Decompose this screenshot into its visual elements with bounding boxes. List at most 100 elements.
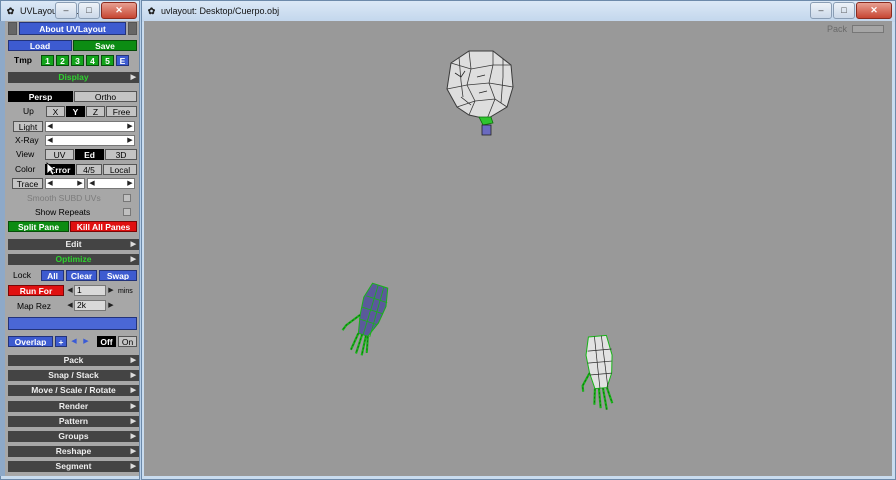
edit-header-label: Edit — [65, 239, 82, 249]
lock-clear-button[interactable]: Clear — [66, 270, 97, 281]
move-scale-rotate-section-header[interactable]: Move / Scale / Rotate ▶ — [8, 385, 139, 396]
viewport-window-titlebar[interactable]: ✿ uvlayout: Desktop/Cuerpo.obj ✕ □ – — [142, 1, 895, 22]
pattern-section-header[interactable]: Pattern ▶ — [8, 416, 139, 427]
slider-left-arrow-icon[interactable]: ◀ — [46, 179, 54, 188]
color-mode-local[interactable]: Local — [103, 164, 137, 175]
overlap-right-arrow-icon[interactable]: ▶ — [82, 337, 90, 346]
pack-progress-bar — [852, 25, 884, 33]
ortho-button[interactable]: Ortho — [74, 91, 137, 102]
disabled-optimize-bar — [8, 317, 137, 330]
load-button[interactable]: Load — [8, 40, 72, 51]
up-axis-z[interactable]: Z — [86, 106, 105, 117]
optimize-section-header[interactable]: Optimize ▶ — [8, 254, 139, 265]
expand-arrow-icon: ▶ — [130, 74, 136, 81]
tmp-slot-2[interactable]: 2 — [56, 55, 69, 66]
panel-right-handle[interactable] — [128, 22, 137, 35]
snap-stack-section-header[interactable]: Snap / Stack ▶ — [8, 370, 139, 381]
run-for-decrement-icon[interactable]: ◀ — [66, 286, 74, 295]
maximize-button[interactable]: □ — [833, 2, 855, 19]
reshape-header-label: Reshape — [55, 446, 92, 456]
kill-all-panes-button[interactable]: Kill All Panes — [70, 221, 137, 232]
persp-button[interactable]: Persp — [8, 91, 73, 102]
pack-section-header[interactable]: Pack ▶ — [8, 355, 139, 366]
run-for-button[interactable]: Run For — [8, 285, 64, 296]
tmp-label: Tmp — [14, 55, 32, 65]
minimize-button[interactable]: – — [810, 2, 832, 19]
up-axis-y[interactable]: Y — [66, 106, 85, 117]
render-section-header[interactable]: Render ▶ — [8, 401, 139, 412]
panel-left-handle[interactable] — [8, 22, 17, 35]
groups-section-header[interactable]: Groups ▶ — [8, 431, 139, 442]
run-for-increment-icon[interactable]: ▶ — [107, 286, 115, 295]
segment-section-header[interactable]: Segment ▶ — [8, 461, 139, 472]
run-for-input[interactable]: 1 — [74, 285, 106, 296]
viewport-canvas[interactable] — [144, 21, 892, 476]
slider-left-arrow-icon[interactable]: ◀ — [88, 179, 96, 188]
up-axis-x[interactable]: X — [46, 106, 65, 117]
light-slider[interactable]: ◀ ▶ — [45, 121, 135, 132]
slider-right-arrow-icon[interactable]: ▶ — [76, 179, 84, 188]
light-button[interactable]: Light — [13, 121, 43, 132]
overlap-left-arrow-icon[interactable]: ◀ — [70, 337, 78, 346]
view-mode-uv[interactable]: UV — [45, 149, 74, 160]
head-mesh[interactable] — [446, 50, 514, 136]
edit-section-header[interactable]: Edit ▶ — [8, 239, 139, 250]
up-axis-free[interactable]: Free — [106, 106, 137, 117]
overlap-on-button[interactable]: On — [118, 336, 137, 347]
trace-slider-1[interactable]: ◀ ▶ — [45, 178, 85, 189]
about-button[interactable]: About UVLayout — [19, 22, 126, 35]
xray-slider[interactable]: ◀ ▶ — [45, 135, 135, 146]
snap-stack-header-label: Snap / Stack — [48, 370, 99, 380]
display-section-header[interactable]: Display ▶ — [8, 72, 139, 83]
map-rez-increment-icon[interactable]: ▶ — [107, 301, 115, 310]
tmp-slot-1[interactable]: 1 — [41, 55, 54, 66]
pack-indicator-label: Pack — [826, 24, 847, 34]
up-label: Up — [23, 106, 34, 116]
expand-arrow-icon: ▶ — [130, 448, 136, 455]
app-icon: ✿ — [6, 6, 15, 16]
close-button[interactable]: ✕ — [101, 2, 137, 19]
save-button[interactable]: Save — [73, 40, 137, 51]
smooth-subd-uvs-checkbox[interactable] — [123, 194, 131, 202]
lock-all-button[interactable]: All — [41, 270, 64, 281]
expand-arrow-icon: ▶ — [130, 463, 136, 470]
minimize-button[interactable]: – — [55, 2, 77, 19]
overlap-off-button[interactable]: Off — [97, 336, 116, 347]
split-pane-button[interactable]: Split Pane — [8, 221, 69, 232]
overlap-plus-button[interactable]: + — [55, 336, 67, 347]
lock-swap-button[interactable]: Swap — [99, 270, 137, 281]
pack-header-label: Pack — [63, 355, 84, 365]
xray-label: X-Ray — [15, 135, 39, 145]
close-button[interactable]: ✕ — [856, 2, 892, 19]
tmp-slot-3[interactable]: 3 — [71, 55, 84, 66]
slider-right-arrow-icon[interactable]: ▶ — [126, 136, 134, 145]
tmp-slot-e[interactable]: E — [116, 55, 129, 66]
render-header-label: Render — [58, 401, 89, 411]
view-mode-ed[interactable]: Ed — [75, 149, 104, 160]
tmp-slot-5[interactable]: 5 — [101, 55, 114, 66]
show-repeats-checkbox[interactable] — [123, 208, 131, 216]
slider-left-arrow-icon[interactable]: ◀ — [46, 122, 54, 131]
overlap-button[interactable]: Overlap — [8, 336, 53, 347]
tmp-slot-4[interactable]: 4 — [86, 55, 99, 66]
trace-slider-2[interactable]: ◀ ▶ — [87, 178, 135, 189]
maximize-button[interactable]: □ — [78, 2, 100, 19]
groups-header-label: Groups — [58, 431, 89, 441]
color-mode-45[interactable]: 4/5 — [76, 164, 102, 175]
right-hand-mesh[interactable] — [578, 334, 616, 412]
slider-left-arrow-icon[interactable]: ◀ — [46, 136, 54, 145]
slider-right-arrow-icon[interactable]: ▶ — [126, 122, 134, 131]
expand-arrow-icon: ▶ — [130, 241, 136, 248]
uv-viewport[interactable]: Pack — [144, 21, 892, 476]
view-mode-3d[interactable]: 3D — [105, 149, 137, 160]
map-rez-input[interactable]: 2k — [74, 300, 106, 311]
viewport-window-title: uvlayout: Desktop/Cuerpo.obj — [161, 6, 280, 16]
reshape-section-header[interactable]: Reshape ▶ — [8, 446, 139, 457]
left-hand-mesh[interactable] — [337, 279, 392, 358]
map-rez-decrement-icon[interactable]: ◀ — [66, 301, 74, 310]
control-window-titlebar[interactable]: ✿ UVLayout: C... ✕ □ – — [1, 1, 139, 22]
app-icon: ✿ — [147, 6, 156, 16]
slider-right-arrow-icon[interactable]: ▶ — [126, 179, 134, 188]
trace-button[interactable]: Trace — [12, 178, 43, 189]
mouse-cursor-icon — [46, 162, 56, 176]
